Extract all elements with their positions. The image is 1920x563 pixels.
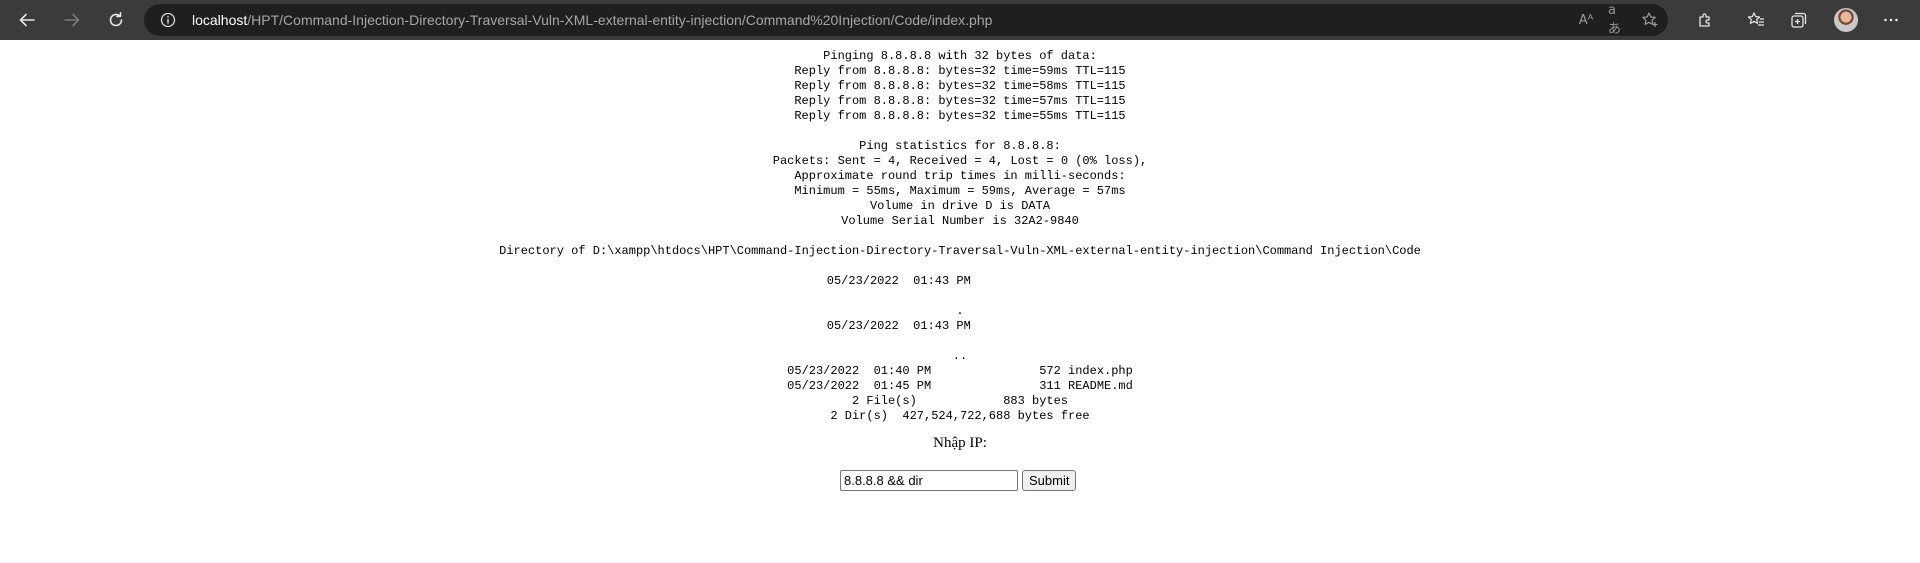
info-icon[interactable] — [160, 12, 176, 28]
favorites-icon[interactable] — [1742, 6, 1770, 34]
add-favorite-icon[interactable] — [1640, 10, 1660, 30]
read-aloud-icon[interactable]: Aᴬ — [1576, 10, 1596, 30]
translate-icon[interactable]: aあ — [1608, 3, 1628, 37]
submit-button[interactable]: Submit — [1022, 469, 1077, 491]
browser-toolbar: localhost/HPT/Command-Injection-Director… — [0, 0, 1920, 40]
profile-avatar[interactable] — [1834, 8, 1858, 32]
page-content: Pinging 8.8.8.8 with 32 bytes of data: R… — [0, 40, 1920, 563]
forward-arrow-icon[interactable] — [58, 6, 86, 34]
ip-label: Nhập IP: — [933, 435, 987, 451]
more-menu-icon[interactable] — [1877, 6, 1905, 34]
back-arrow-icon[interactable] — [13, 6, 41, 34]
command-output: Pinging 8.8.8.8 with 32 bytes of data: R… — [499, 49, 1421, 423]
ip-input[interactable] — [840, 469, 1018, 491]
url-path: /HPT/Command-Injection-Directory-Travers… — [247, 12, 993, 28]
collections-icon[interactable] — [1785, 6, 1813, 34]
address-bar[interactable]: localhost/HPT/Command-Injection-Director… — [144, 3, 1668, 37]
read-aloud-glyph: Aᴬ — [1578, 12, 1594, 28]
refresh-icon[interactable] — [102, 6, 130, 34]
translate-glyph: aあ — [1608, 3, 1622, 37]
ip-form: Submit — [840, 469, 1077, 491]
url-text[interactable]: localhost/HPT/Command-Injection-Director… — [192, 4, 992, 36]
extensions-icon[interactable] — [1692, 6, 1720, 34]
url-host: localhost — [192, 12, 248, 28]
